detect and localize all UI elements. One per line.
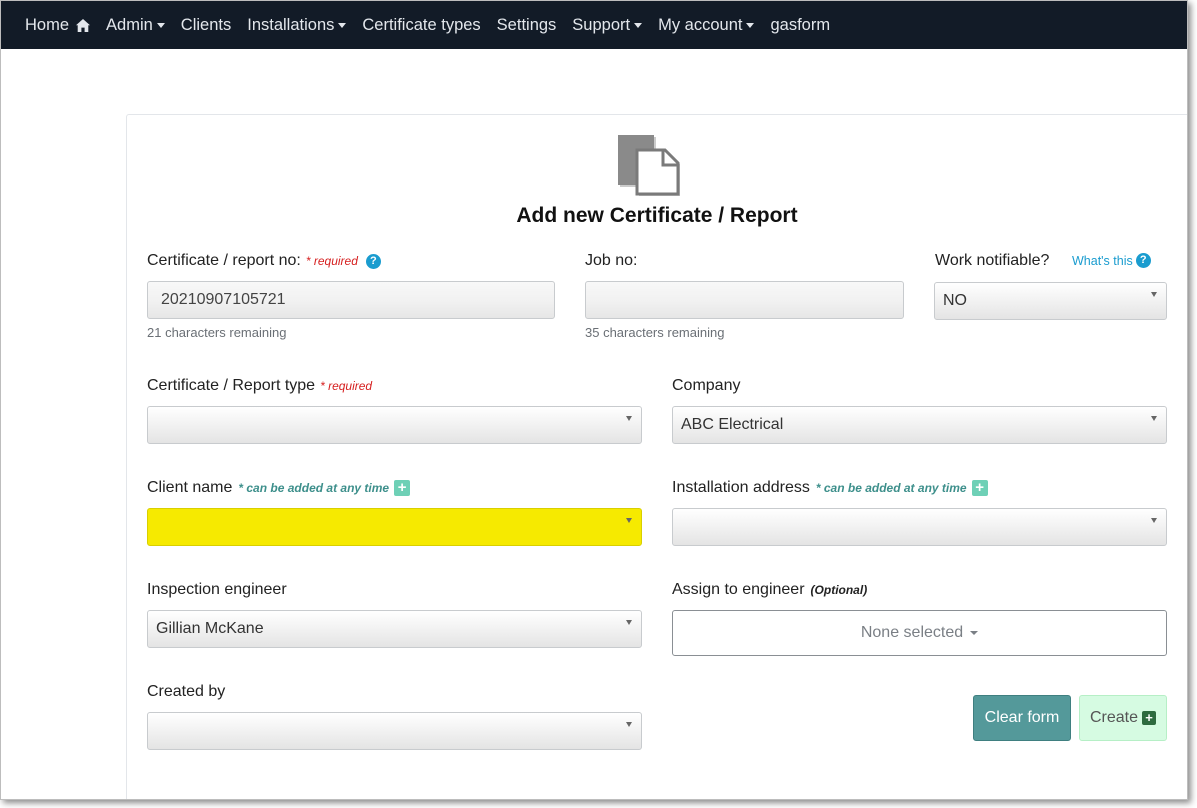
assign-engineer-label-row: Assign to engineer (Optional) — [672, 581, 867, 599]
cert-no-label: Certificate / report no: — [147, 252, 301, 269]
nav-installations-label: Installations — [247, 15, 335, 34]
cert-type-label-row: Certificate / Report type * required — [147, 377, 372, 395]
help-icon[interactable]: ? — [365, 253, 381, 269]
cert-no-remaining: 21 characters remaining — [147, 325, 287, 340]
nav-support-label: Support — [572, 15, 631, 34]
nav-home[interactable]: Home — [25, 15, 91, 35]
created-by-select[interactable] — [147, 712, 642, 750]
job-no-remaining: 35 characters remaining — [585, 325, 725, 340]
cert-no-input[interactable]: 20210907105721 — [147, 281, 555, 319]
optional-marker: (Optional) — [810, 583, 868, 597]
top-navbar: Home Admin Clients Installations Certifi… — [1, 1, 1187, 49]
work-notifiable-value: NO — [943, 292, 967, 309]
installation-address-label-row: Installation address * can be added at a… — [672, 479, 988, 497]
create-label: Create — [1089, 709, 1139, 726]
nav-clients[interactable]: Clients — [181, 16, 231, 35]
inspection-engineer-label: Inspection engineer — [147, 581, 287, 598]
client-name-select[interactable] — [147, 508, 642, 546]
nav-gasform[interactable]: gasform — [770, 16, 830, 35]
assign-engineer-multiselect[interactable]: None selected — [672, 610, 1167, 656]
work-notifiable-label: Work notifiable? — [935, 252, 1050, 269]
cert-no-value: 20210907105721 — [161, 291, 286, 308]
chevron-down-icon — [1151, 416, 1157, 421]
required-marker: * required — [320, 379, 373, 393]
nav-admin[interactable]: Admin — [106, 16, 165, 35]
installation-address-hint: * can be added at any time — [815, 481, 967, 495]
add-client-plus-icon[interactable]: + — [394, 480, 411, 496]
chevron-down-icon — [634, 23, 643, 28]
nav-certificate-types-label: Certificate types — [362, 15, 481, 34]
required-marker: * required — [305, 254, 358, 268]
company-value: ABC Electrical — [681, 416, 784, 433]
company-label: Company — [672, 377, 741, 394]
browser-frame: Home Admin Clients Installations Certifi… — [0, 0, 1188, 800]
nav-my-account-label: My account — [658, 15, 743, 34]
nav-settings-label: Settings — [496, 15, 557, 34]
installation-address-select[interactable] — [672, 508, 1167, 546]
page-title: Add new Certificate / Report — [516, 204, 798, 227]
clear-form-button[interactable]: Clear form — [973, 695, 1071, 741]
company-select[interactable]: ABC Electrical — [672, 406, 1167, 444]
chevron-down-icon — [1151, 518, 1157, 523]
nav-my-account[interactable]: My account — [658, 15, 755, 35]
nav-admin-label: Admin — [106, 15, 153, 34]
create-button[interactable]: Create + — [1079, 695, 1167, 741]
chevron-down-icon — [156, 23, 165, 28]
inspection-engineer-select[interactable]: Gillian McKane — [147, 610, 642, 648]
chevron-down-icon — [626, 518, 632, 523]
cert-type-select[interactable] — [147, 406, 642, 444]
nav-installations[interactable]: Installations — [247, 15, 347, 35]
nav-certificate-types[interactable]: Certificate types — [362, 16, 480, 35]
nav-home-label: Home — [25, 15, 70, 34]
chevron-down-icon — [970, 631, 979, 635]
whats-this-link[interactable]: What's this ? — [1072, 253, 1151, 268]
clear-form-label: Clear form — [984, 709, 1060, 726]
nav-gasform-label: gasform — [770, 15, 831, 34]
chevron-down-icon — [626, 416, 632, 421]
chevron-down-icon — [338, 23, 347, 28]
client-name-label: Client name — [147, 479, 233, 496]
job-no-input[interactable] — [585, 281, 904, 319]
nav-clients-label: Clients — [180, 15, 232, 34]
client-name-hint: * can be added at any time — [238, 481, 390, 495]
client-name-label-row: Client name * can be added at any time + — [147, 479, 411, 497]
add-installation-plus-icon[interactable]: + — [971, 480, 988, 496]
chevron-down-icon — [626, 620, 632, 625]
inspection-engineer-value: Gillian McKane — [156, 620, 264, 637]
chevron-down-icon — [626, 722, 632, 727]
chevron-down-icon — [746, 23, 755, 28]
created-by-label: Created by — [147, 683, 226, 700]
work-notifiable-select[interactable]: NO — [934, 282, 1167, 320]
whats-this-label: What's this — [1072, 253, 1133, 268]
job-no-label: Job no: — [585, 252, 638, 269]
help-icon: ? — [1135, 253, 1151, 268]
chevron-down-icon — [1151, 292, 1157, 297]
cert-type-label: Certificate / Report type — [147, 377, 316, 394]
assign-engineer-label: Assign to engineer — [672, 581, 805, 598]
cert-no-label-row: Certificate / report no: * required ? — [147, 252, 381, 270]
installation-address-label: Installation address — [672, 479, 810, 496]
plus-icon: + — [1142, 711, 1157, 725]
assign-engineer-value: None selected — [860, 624, 964, 641]
documents-icon — [618, 135, 680, 196]
home-icon — [76, 18, 91, 32]
nav-settings[interactable]: Settings — [497, 16, 557, 35]
nav-support[interactable]: Support — [572, 15, 643, 35]
